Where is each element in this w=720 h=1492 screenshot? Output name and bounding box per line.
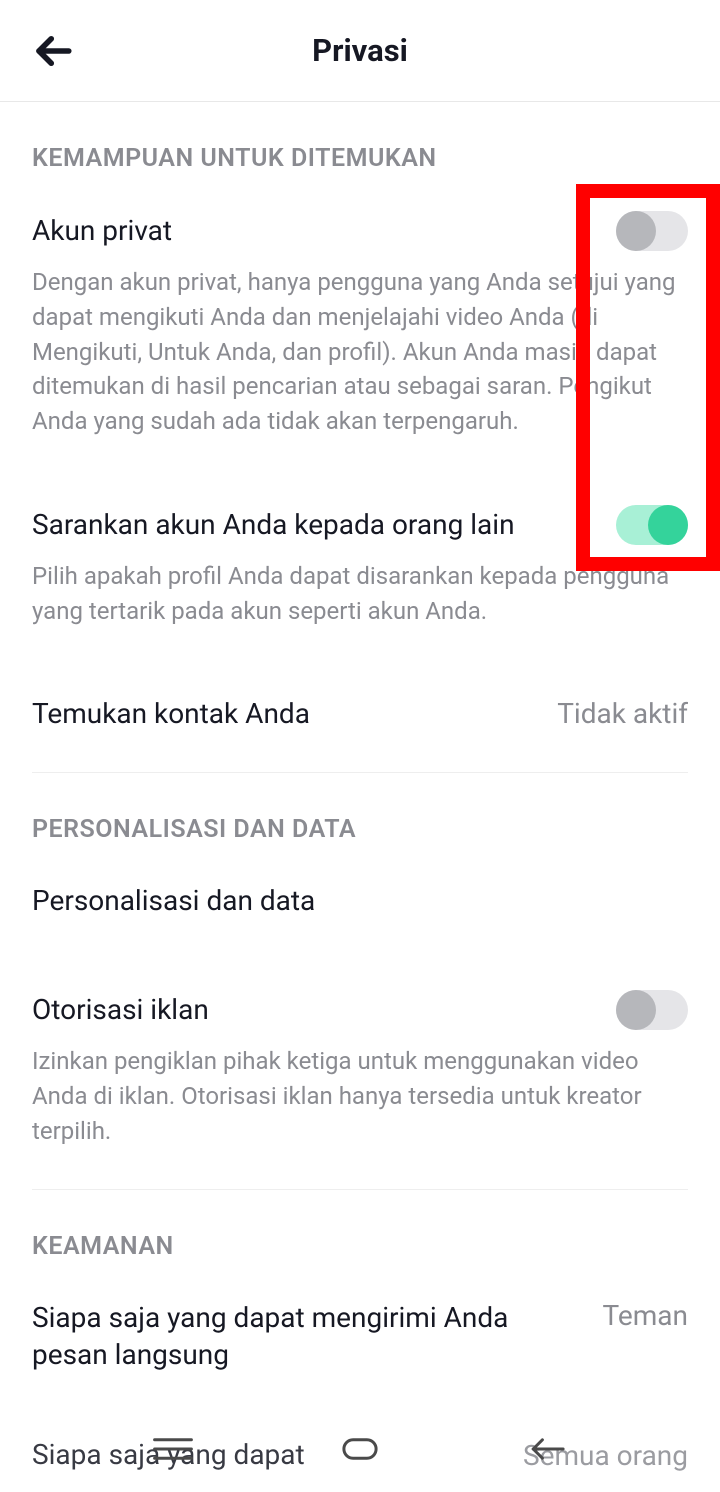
row-title-line: Personalisasi dan data	[32, 882, 688, 920]
nav-recent-button[interactable]	[143, 1429, 203, 1469]
row-value: Tidak aktif	[557, 697, 688, 730]
nav-back-button[interactable]	[517, 1429, 577, 1469]
menu-lines-icon	[150, 1435, 196, 1463]
row-description: Dengan akun privat, hanya pengguna yang …	[32, 265, 688, 439]
back-button[interactable]	[28, 26, 78, 76]
toggle-ad-authorization[interactable]	[616, 990, 688, 1030]
section-header-security: KEAMANAN	[0, 1190, 720, 1281]
nav-home-button[interactable]	[330, 1429, 390, 1469]
arrow-left-icon	[32, 30, 74, 72]
row-title: Otorisasi iklan	[32, 991, 600, 1029]
row-title-line: Siapa saja yang dapat mengirimi Anda pes…	[32, 1299, 688, 1375]
row-title: Temukan kontak Anda	[32, 695, 541, 733]
row-value: Teman	[603, 1299, 688, 1332]
settings-content: KEMAMPUAN UNTUK DITEMUKAN Akun privat De…	[0, 102, 720, 1492]
row-description: Izinkan pengiklan pihak ketiga untuk men…	[32, 1044, 688, 1148]
row-personalization-data[interactable]: Personalisasi dan data	[0, 864, 720, 938]
row-description: Pilih apakah profil Anda dapat disaranka…	[32, 559, 688, 629]
row-title-line: Temukan kontak Anda Tidak aktif	[32, 695, 688, 733]
row-private-account[interactable]: Akun privat Dengan akun privat, hanya pe…	[0, 193, 720, 457]
toggle-knob	[616, 990, 656, 1030]
toggle-knob	[648, 505, 688, 545]
row-title: Personalisasi dan data	[32, 882, 688, 920]
row-find-contacts[interactable]: Temukan kontak Anda Tidak aktif	[0, 677, 720, 751]
row-direct-message[interactable]: Siapa saja yang dapat mengirimi Anda pes…	[0, 1281, 720, 1393]
page-title: Privasi	[312, 32, 408, 69]
section-header-discoverability: KEMAMPUAN UNTUK DITEMUKAN	[0, 102, 720, 193]
row-title-line: Sarankan akun Anda kepada orang lain	[32, 505, 688, 545]
arrow-left-icon	[524, 1435, 570, 1463]
row-title-line: Akun privat	[32, 211, 688, 251]
row-title: Siapa saja yang dapat mengirimi Anda pes…	[32, 1299, 587, 1375]
app-header: Privasi	[0, 0, 720, 102]
toggle-private-account[interactable]	[616, 211, 688, 251]
toggle-knob	[616, 211, 656, 251]
toggle-suggest-account[interactable]	[616, 505, 688, 545]
row-title: Sarankan akun Anda kepada orang lain	[32, 506, 600, 544]
row-title: Akun privat	[32, 212, 600, 250]
section-header-personalization: PERSONALISASI DAN DATA	[0, 773, 720, 864]
rounded-rect-icon	[337, 1435, 383, 1463]
row-title-line: Otorisasi iklan	[32, 990, 688, 1030]
row-ad-authorization[interactable]: Otorisasi iklan Izinkan pengiklan pihak …	[0, 972, 720, 1166]
row-suggest-account[interactable]: Sarankan akun Anda kepada orang lain Pil…	[0, 487, 720, 647]
system-nav-bar	[0, 1410, 720, 1488]
